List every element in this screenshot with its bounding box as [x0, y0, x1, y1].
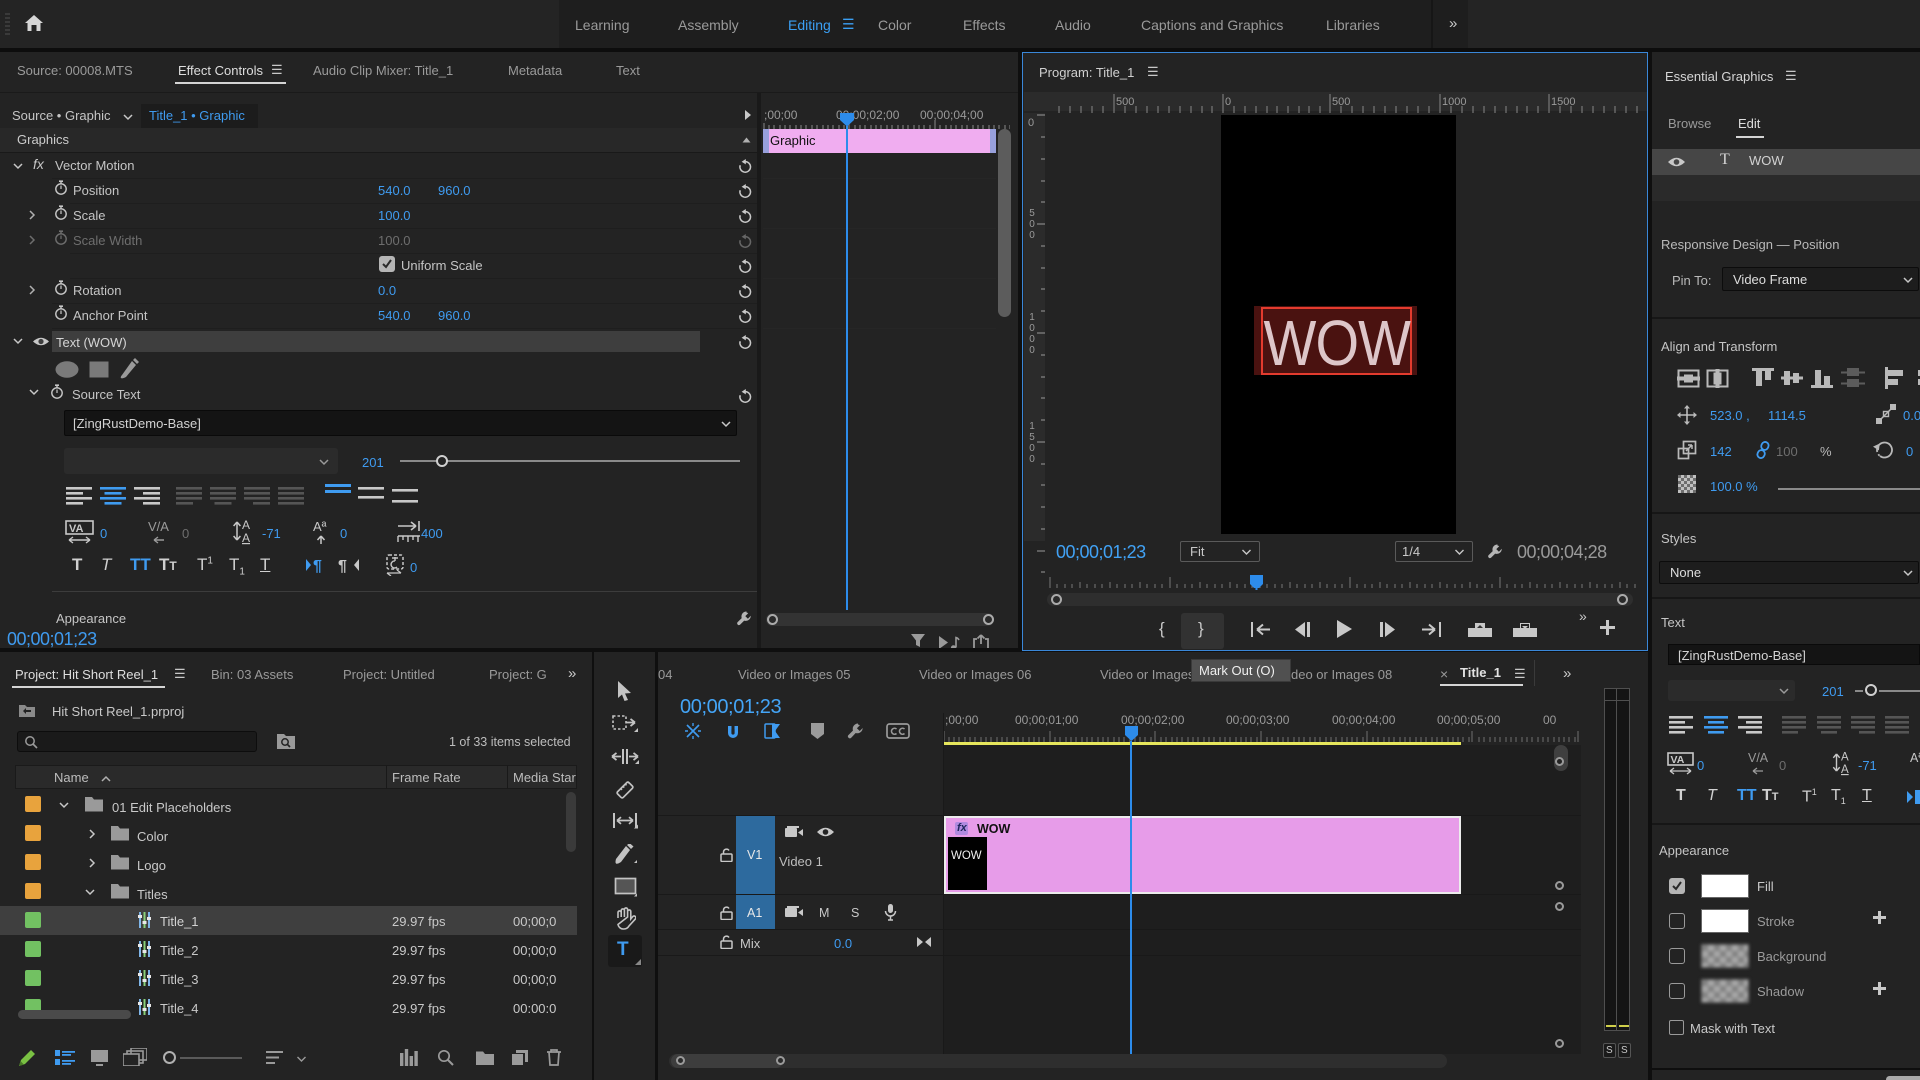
svg-text:V/A: V/A — [148, 519, 169, 534]
svg-text:Aª: Aª — [313, 519, 327, 534]
svg-text:VA: VA — [1671, 754, 1685, 766]
svg-text:VA: VA — [69, 523, 84, 535]
svg-text:A: A — [242, 518, 250, 532]
svg-text:¶: ¶ — [338, 558, 347, 573]
svg-text:A: A — [1841, 764, 1849, 776]
svg-text:A: A — [242, 531, 250, 545]
svg-text:A: A — [1841, 752, 1849, 764]
svg-text:¶: ¶ — [313, 558, 322, 573]
svg-text:Aª: Aª — [1910, 751, 1920, 765]
svg-text:V/A: V/A — [1748, 751, 1769, 765]
